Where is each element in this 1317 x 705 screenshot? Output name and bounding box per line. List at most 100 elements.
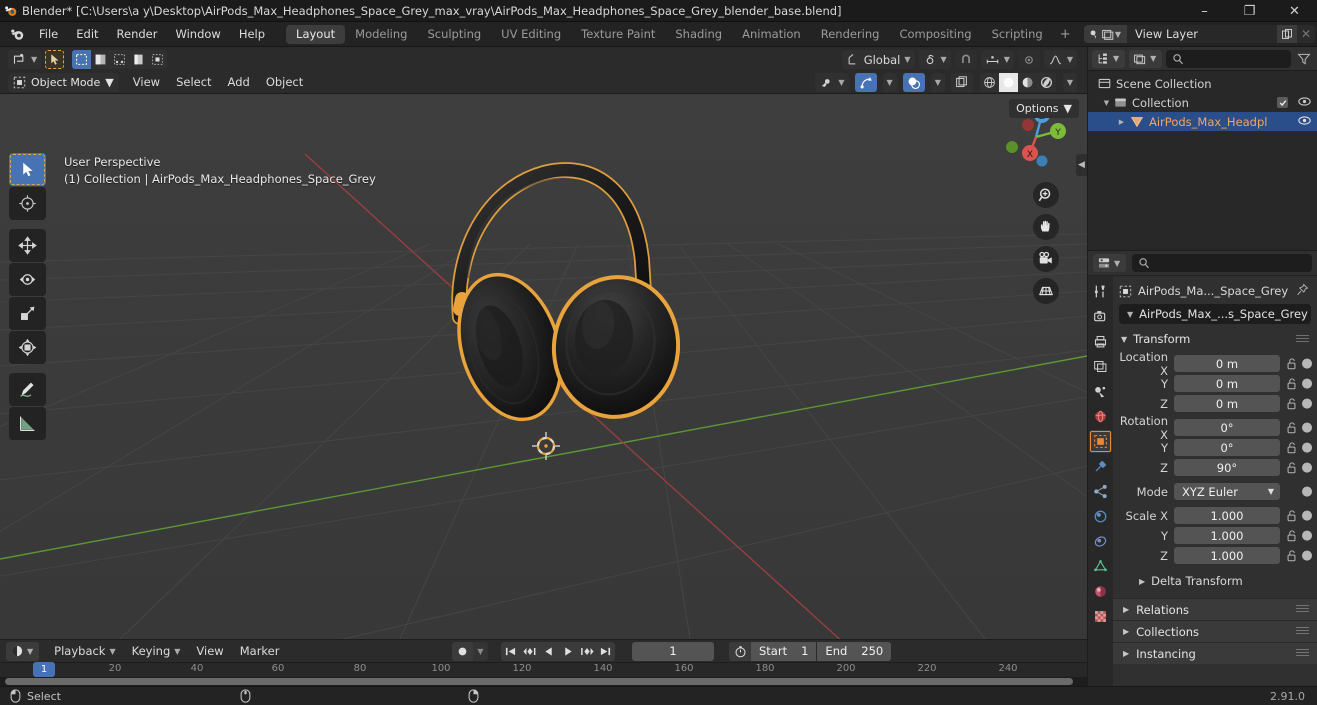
play-reverse-icon[interactable]	[539, 641, 558, 661]
transform-panel-header[interactable]: ▼ Transform	[1113, 329, 1317, 349]
timeline-editor[interactable]: ▼ Playback ▼ Keying ▼ View Marker ▼ 1 St…	[0, 640, 1087, 686]
outliner-tree[interactable]: Scene Collection ▼ Collection ▶ AirPods_…	[1088, 71, 1317, 250]
rotation-y-input[interactable]: 0°	[1174, 439, 1280, 456]
tab-shading[interactable]: Shading	[665, 25, 732, 44]
lock-icon[interactable]	[1284, 397, 1298, 410]
close-button[interactable]: ✕	[1272, 0, 1317, 22]
scale-tool-icon[interactable]	[9, 297, 46, 330]
rotation-z-input[interactable]: 90°	[1174, 459, 1280, 476]
overlays-toggle[interactable]	[902, 73, 925, 92]
tab-scripting[interactable]: Scripting	[982, 25, 1053, 44]
view-layer-widget[interactable]: ▼ View Layer ✕	[1095, 25, 1315, 43]
next-keyframe-icon[interactable]	[577, 641, 596, 661]
output-icon[interactable]	[1089, 330, 1112, 353]
outliner-row-collection[interactable]: ▼ Collection	[1088, 93, 1317, 112]
tab-sculpting[interactable]: Sculpting	[417, 25, 491, 44]
tab-animation[interactable]: Animation	[732, 25, 811, 44]
annotate-tool-icon[interactable]	[9, 373, 46, 406]
select-box-icon[interactable]	[72, 50, 92, 69]
tab-uv-editing[interactable]: UV Editing	[491, 25, 571, 44]
lock-icon[interactable]	[1284, 377, 1298, 390]
outliner-filter-icon[interactable]	[1295, 50, 1313, 68]
animate-dot-icon[interactable]: ●	[1301, 528, 1312, 543]
lock-icon[interactable]	[1284, 461, 1298, 474]
eye-icon[interactable]	[1298, 96, 1311, 110]
menu-render[interactable]: Render	[108, 25, 167, 43]
frame-end-field[interactable]: End 250	[817, 641, 892, 661]
outliner-editor[interactable]: ▼ ▼ Scene Collection ▼ Collection ▶ AirP…	[1088, 47, 1317, 250]
tweak-tool-icon[interactable]	[9, 153, 46, 186]
modifiers-icon[interactable]	[1089, 455, 1112, 478]
lock-icon[interactable]	[1284, 357, 1298, 370]
outliner-display-mode-button[interactable]: ▼	[1129, 49, 1163, 68]
select-vertex-icon[interactable]	[91, 50, 111, 69]
select-circle-icon[interactable]	[148, 50, 168, 69]
timeline-ruler[interactable]: 20 40 60 80 100 120 140 160 180 200 220 …	[0, 662, 1087, 677]
scale-x-input[interactable]: 1.000	[1174, 507, 1280, 524]
measure-tool-icon[interactable]	[9, 407, 46, 440]
object-name-field[interactable]: ▼ AirPods_Max_...s_Space_Grey	[1119, 304, 1311, 324]
render-icon[interactable]	[1089, 305, 1112, 328]
camera-icon[interactable]	[1033, 246, 1059, 272]
constraints-icon[interactable]	[1089, 530, 1112, 553]
view-layer-icon[interactable]	[1089, 355, 1112, 378]
timeline-menu-marker[interactable]: Marker	[233, 642, 287, 661]
lock-icon[interactable]	[1284, 549, 1298, 562]
tab-modeling[interactable]: Modeling	[345, 25, 417, 44]
sidebar-toggle-arrow[interactable]: ◀	[1076, 154, 1087, 176]
auto-keying-button[interactable]	[452, 641, 473, 661]
animate-dot-icon[interactable]: ●	[1301, 548, 1312, 563]
instancing-panel[interactable]: ▶ Instancing	[1113, 642, 1317, 664]
location-z-input[interactable]: 0 m	[1174, 395, 1280, 412]
new-view-layer-button[interactable]	[1277, 25, 1297, 43]
gizmo-toggle[interactable]	[854, 73, 877, 92]
properties-editor-type-button[interactable]: ▼	[1093, 254, 1127, 272]
editor-type-button[interactable]: ▼	[8, 50, 42, 69]
object-icon[interactable]	[1089, 430, 1112, 453]
delta-transform-row[interactable]: ▶ Delta Transform	[1113, 571, 1317, 591]
lock-icon[interactable]	[1284, 441, 1298, 454]
use-preview-range-icon[interactable]	[729, 641, 751, 661]
shading-dropdown[interactable]: ▼	[1062, 73, 1077, 92]
wireframe-shading-icon[interactable]	[979, 73, 999, 92]
rotation-x-input[interactable]: 0°	[1174, 419, 1280, 436]
jump-start-icon[interactable]	[501, 641, 520, 661]
select-face-icon[interactable]	[129, 50, 149, 69]
proportional-editing-button[interactable]	[1017, 50, 1040, 69]
location-y-input[interactable]: 0 m	[1174, 375, 1280, 392]
disclosure-triangle-icon[interactable]: ▶	[1116, 118, 1127, 126]
rendered-shading-icon[interactable]	[1036, 73, 1056, 92]
viewport-menu-select[interactable]: Select	[168, 73, 219, 92]
cursor-tool-icon[interactable]	[9, 187, 46, 220]
current-frame-input[interactable]: 1	[632, 641, 714, 661]
viewport-menu-view[interactable]: View	[125, 73, 168, 92]
view-layer-name-field[interactable]: View Layer	[1127, 25, 1277, 43]
prev-keyframe-icon[interactable]	[520, 641, 539, 661]
scale-z-input[interactable]: 1.000	[1174, 547, 1280, 564]
world-icon[interactable]	[1089, 405, 1112, 428]
viewport-canvas[interactable]: User Perspective (1) Collection | AirPod…	[0, 94, 1087, 639]
maximize-button[interactable]: ❐	[1227, 0, 1272, 22]
delete-view-layer-button[interactable]: ✕	[1297, 25, 1315, 43]
move-tool-icon[interactable]	[9, 229, 46, 262]
outliner-row-scene-collection[interactable]: Scene Collection	[1088, 74, 1317, 93]
tab-compositing[interactable]: Compositing	[889, 25, 981, 44]
timeline-editor-type-button[interactable]: ▼	[6, 641, 40, 661]
animate-dot-icon[interactable]: ●	[1301, 508, 1312, 523]
grid-ortho-icon[interactable]	[1033, 278, 1059, 304]
animate-dot-icon[interactable]: ●	[1301, 376, 1312, 391]
lock-icon[interactable]	[1284, 529, 1298, 542]
timeline-menu-view[interactable]: View	[189, 642, 230, 661]
tool-icon[interactable]	[1089, 280, 1112, 303]
collections-panel[interactable]: ▶ Collections	[1113, 620, 1317, 642]
lock-icon[interactable]	[1284, 509, 1298, 522]
animate-dot-icon[interactable]: ●	[1301, 484, 1312, 499]
menu-file[interactable]: File	[30, 25, 67, 43]
tab-rendering[interactable]: Rendering	[811, 25, 890, 44]
timeline-playhead[interactable]: 1	[33, 662, 55, 677]
object-mode-dropdown[interactable]: Object Mode ▼	[8, 73, 119, 92]
solid-shading-icon[interactable]	[998, 73, 1018, 92]
animate-dot-icon[interactable]: ●	[1301, 356, 1312, 371]
pivot-point-dropdown[interactable]: ▼	[918, 50, 951, 69]
menu-help[interactable]: Help	[230, 25, 274, 43]
